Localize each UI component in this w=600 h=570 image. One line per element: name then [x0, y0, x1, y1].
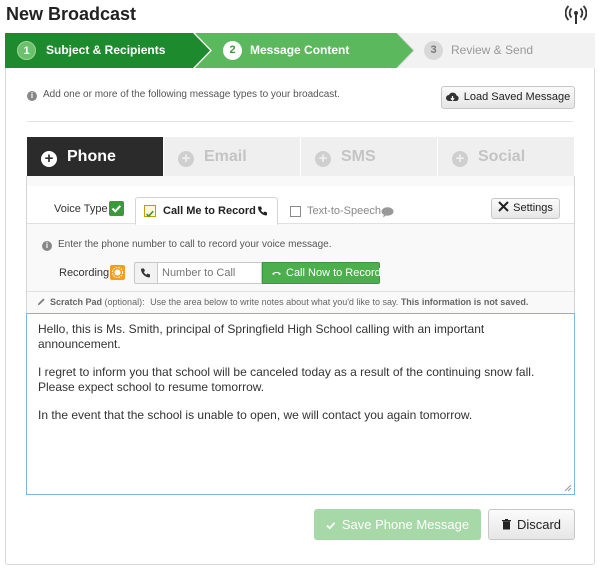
tab-social-label: Social [478, 148, 526, 165]
tab-email-label: Email [204, 148, 247, 165]
phone-prefix [134, 262, 157, 284]
record-hint: i Enter the phone number to call to recor… [42, 239, 331, 251]
voice-type-label: Voice Type [54, 203, 108, 215]
phone-number-input[interactable] [157, 262, 262, 284]
pencil-icon [37, 297, 46, 308]
intro-text: Add one or more of the following message… [43, 89, 340, 100]
scratch-pad-textarea[interactable]: Hello, this is Ms. Smith, principal of S… [26, 313, 575, 495]
cloud-download-icon [445, 89, 459, 110]
intro-line: i Add one or more of the following messag… [27, 89, 340, 101]
message-paragraph: I regret to inform you that school will … [38, 365, 535, 394]
scratch-pad-header: Scratch Pad (optional): Use the area bel… [37, 297, 528, 308]
settings-button[interactable]: Settings [491, 198, 560, 219]
discard-button[interactable]: Discard [488, 509, 575, 540]
plus-circle-icon: + [452, 151, 468, 167]
voice-type-divider [27, 223, 574, 224]
phone-handset-icon [257, 204, 269, 222]
recording-label: Recording [59, 267, 110, 279]
scratch-optional: (optional): [104, 297, 145, 307]
info-icon: i [42, 241, 52, 251]
plus-circle-icon: + [41, 151, 57, 167]
info-icon: i [27, 91, 37, 101]
save-phone-message-button[interactable]: Save Phone Message [314, 509, 481, 540]
call-me-checkbox[interactable] [144, 205, 156, 218]
text-to-speech-label[interactable]: Text-to-Speech [307, 205, 381, 217]
scratch-warning: This information is not saved. [400, 297, 529, 307]
tab-email[interactable]: + Email [164, 137, 300, 176]
text-to-speech-checkbox[interactable] [290, 206, 301, 217]
voice-type-check-icon [109, 201, 124, 216]
check-icon [326, 510, 336, 541]
plus-circle-icon: + [178, 151, 194, 167]
tools-icon [498, 200, 509, 219]
trash-icon [501, 511, 511, 540]
settings-label: Settings [513, 202, 553, 214]
save-phone-message-label: Save Phone Message [341, 517, 470, 532]
discard-label: Discard [516, 517, 562, 532]
scratch-description: Use the area below to write notes about … [150, 297, 399, 307]
title-bar: New Broadcast [0, 0, 600, 30]
load-saved-message-label: Load Saved Message [463, 91, 571, 103]
step-3-label[interactable]: Review & Send [451, 43, 533, 57]
divider [27, 121, 573, 122]
scratch-pad-label: Scratch Pad [50, 297, 103, 307]
tab-social[interactable]: + Social [438, 137, 574, 176]
load-saved-message-button[interactable]: Load Saved Message [441, 86, 575, 109]
phone-icon [141, 268, 150, 278]
recording-status-icon [110, 265, 125, 280]
tab-phone-label: Phone [67, 148, 116, 165]
message-paragraph: Hello, this is Ms. Smith, principal of S… [38, 322, 485, 351]
call-me-label: Call Me to Record [163, 205, 256, 217]
tab-phone[interactable]: + Phone [27, 137, 163, 176]
step-1-number: 1 [17, 41, 36, 60]
step-2-label[interactable]: Message Content [250, 43, 349, 57]
step-3-number: 3 [424, 41, 443, 60]
call-now-label: Call Now to Record [286, 267, 381, 279]
resize-handle-icon[interactable] [564, 484, 572, 492]
call-now-to-record-button[interactable]: Call Now to Record [262, 262, 381, 284]
page-title: New Broadcast [6, 4, 137, 24]
phone-ring-icon [271, 264, 282, 284]
wizard-steps: 1 Subject & Recipients 2 Message Content… [5, 33, 595, 68]
signal-icon[interactable] [565, 4, 587, 26]
record-hint-text: Enter the phone number to call to record… [58, 239, 332, 250]
step-1-label[interactable]: Subject & Recipients [46, 43, 165, 57]
message-paragraph: In the event that the school is unable t… [38, 408, 473, 422]
tab-sms-label: SMS [341, 148, 376, 165]
speech-bubble-icon [381, 205, 394, 223]
step-2-number: 2 [223, 41, 242, 60]
scratch-divider [27, 291, 574, 292]
message-type-tabs: + Phone + Email + SMS + Social [27, 137, 574, 176]
plus-circle-icon: + [315, 151, 331, 167]
tab-sms[interactable]: + SMS [301, 137, 437, 176]
